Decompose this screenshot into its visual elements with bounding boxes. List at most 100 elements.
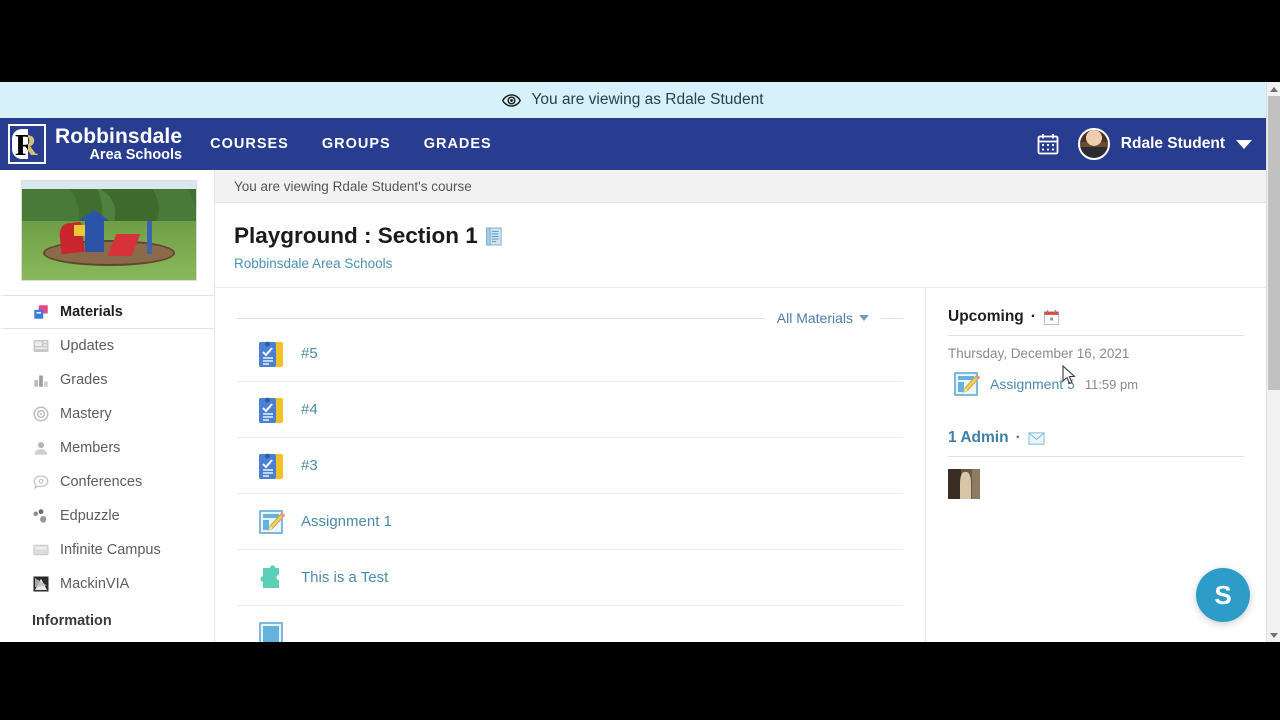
sidebar-item-members[interactable]: Members	[0, 431, 214, 465]
course-thumbnail[interactable]	[21, 180, 197, 281]
sidebar-item-label: MackinVIA	[60, 576, 130, 592]
top-nav-right-group: Rdale Student	[1036, 128, 1266, 160]
material-title[interactable]: #3	[301, 457, 318, 474]
page-icon	[259, 621, 283, 642]
materials-icon	[34, 305, 48, 319]
course-notebook-icon	[486, 227, 502, 245]
grades-bar-chart-icon	[34, 375, 48, 387]
infinite-campus-icon	[33, 544, 49, 556]
admins-separator: ·	[1015, 429, 1021, 446]
admins-heading: 1 Admin ·	[948, 429, 1244, 457]
nav-link-grades[interactable]: GRADES	[424, 136, 492, 152]
brand-line-1: Robbinsdale	[55, 124, 183, 148]
primary-nav-links: COURSES GROUPS GRADES	[210, 136, 492, 152]
sidebar-item-conferences[interactable]: Conferences	[0, 465, 214, 499]
logo-letter: R	[15, 127, 38, 162]
admins-section: 1 Admin ·	[948, 429, 1244, 499]
assignment-pencil-icon	[954, 372, 980, 396]
calendar-icon[interactable]	[1036, 132, 1060, 156]
upcoming-label: Upcoming	[948, 308, 1024, 325]
admin-avatar-list	[948, 457, 1244, 499]
chevron-down-icon	[859, 315, 869, 321]
members-person-icon	[34, 442, 48, 455]
material-row[interactable]: This is a Test	[237, 550, 903, 606]
material-title[interactable]: Assignment 1	[301, 513, 392, 530]
brand-logo[interactable]: R Robbinsdale Area Schools	[0, 124, 182, 164]
envelope-icon[interactable]	[1028, 430, 1045, 447]
course-nav-list: Materials Updates Grades Mastery Members…	[0, 295, 214, 629]
upcoming-heading: Upcoming ·	[948, 308, 1244, 336]
user-menu[interactable]: Rdale Student	[1077, 128, 1252, 160]
viewing-as-bar: You are viewing Rdale Student's course	[215, 170, 1266, 203]
material-title[interactable]: #4	[301, 401, 318, 418]
nav-link-courses[interactable]: COURSES	[210, 136, 289, 152]
assignment-pencil-icon	[259, 509, 285, 534]
avatar[interactable]	[948, 469, 980, 499]
scrollbar-thumb[interactable]	[1268, 96, 1280, 390]
mastery-target-icon	[33, 406, 49, 422]
materials-list-panel: All Materials #5 #4 #3 Assignment 1 This…	[215, 288, 926, 642]
conferences-chat-icon	[33, 475, 49, 490]
material-row[interactable]: #5	[237, 326, 903, 382]
course-organization-link[interactable]: Robbinsdale Area Schools	[234, 256, 1247, 271]
edpuzzle-icon	[33, 509, 47, 523]
page-title-text: Playground : Section 1	[234, 223, 478, 248]
sidebar-item-infinite-campus[interactable]: Infinite Campus	[0, 533, 214, 567]
top-navigation-bar: R Robbinsdale Area Schools COURSES GROUP…	[0, 118, 1266, 170]
material-row[interactable]: #3	[237, 438, 903, 494]
sidebar-item-label: Edpuzzle	[60, 508, 120, 524]
brand-line-2: Area Schools	[89, 146, 183, 163]
sidebar-item-mackinvia[interactable]: MackinVIA	[0, 567, 214, 601]
calendar-small-icon[interactable]	[1043, 309, 1060, 326]
all-materials-filter-label: All Materials	[776, 310, 853, 326]
sidebar-item-materials[interactable]: Materials	[0, 295, 214, 329]
main-content: You are viewing Rdale Student's course P…	[214, 170, 1266, 642]
user-name: Rdale Student	[1120, 135, 1225, 152]
material-title[interactable]: #5	[301, 345, 318, 362]
browser-viewport: You are viewing as Rdale Student R Robbi…	[0, 82, 1280, 642]
material-title[interactable]: This is a Test	[301, 569, 388, 586]
chevron-down-icon[interactable]	[1236, 139, 1252, 149]
sidebar-item-grades[interactable]: Grades	[0, 363, 214, 397]
upcoming-date: Thursday, December 16, 2021	[948, 346, 1130, 361]
mouse-cursor	[1062, 365, 1076, 385]
quiz-clipboard-icon	[259, 341, 283, 367]
support-chat-button[interactable]: S	[1196, 568, 1250, 622]
upcoming-event-row[interactable]: Assignment 5 11:59 pm	[948, 367, 1244, 413]
mackinvia-icon	[33, 576, 49, 592]
page-title: Playground : Section 1	[234, 223, 1247, 249]
sidebar-section-information: Information	[32, 613, 112, 629]
sidebar-item-label: Infinite Campus	[60, 542, 161, 558]
page-body: Materials Updates Grades Mastery Members…	[0, 170, 1266, 642]
scroll-up-arrow-icon[interactable]	[1267, 82, 1280, 96]
admins-count-label[interactable]: 1 Admin	[948, 429, 1009, 447]
sidebar-item-edpuzzle[interactable]: Edpuzzle	[0, 499, 214, 533]
material-row-partial[interactable]	[237, 606, 903, 642]
upcoming-separator: ·	[1030, 308, 1036, 325]
letterbox-bottom	[0, 642, 1280, 720]
sidebar-item-label: Materials	[60, 304, 123, 320]
masquerade-text: You are viewing as Rdale Student	[531, 91, 764, 108]
sidebar-item-label: Updates	[60, 338, 115, 354]
updates-icon	[33, 340, 49, 352]
masquerade-banner: You are viewing as Rdale Student	[0, 82, 1266, 118]
upcoming-event-time: 11:59 pm	[1084, 376, 1139, 392]
scroll-down-arrow-icon[interactable]	[1267, 628, 1280, 642]
material-row[interactable]: #4	[237, 382, 903, 438]
course-sidebar: Materials Updates Grades Mastery Members…	[0, 170, 214, 642]
vertical-scrollbar[interactable]	[1266, 82, 1280, 642]
course-header: Playground : Section 1 Robbinsdale Area …	[215, 203, 1266, 288]
all-materials-filter-dropdown[interactable]: All Materials	[765, 310, 881, 326]
sidebar-item-mastery[interactable]: Mastery	[0, 397, 214, 431]
nav-link-groups[interactable]: GROUPS	[322, 136, 391, 152]
letterbox-top	[0, 0, 1280, 82]
content-columns: All Materials #5 #4 #3 Assignment 1 This…	[215, 288, 1266, 642]
support-chat-label: S	[1214, 579, 1232, 610]
sidebar-item-updates[interactable]: Updates	[0, 329, 214, 363]
viewing-as-text: You are viewing Rdale Student's course	[234, 178, 472, 194]
sidebar-item-label: Members	[60, 440, 121, 456]
materials-filter-row: All Materials	[237, 310, 903, 326]
material-row[interactable]: Assignment 1	[237, 494, 903, 550]
puzzle-piece-icon	[260, 564, 279, 588]
sidebar-item-label: Grades	[60, 372, 108, 388]
